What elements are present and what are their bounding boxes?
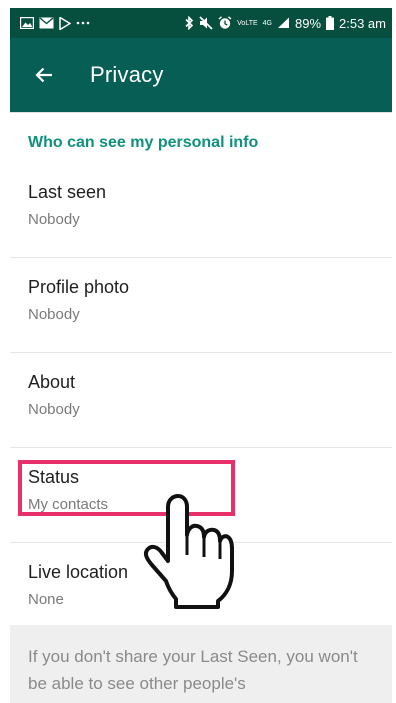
divider [10,112,392,113]
network-type-indicator: 4G [262,19,272,27]
play-store-icon [59,16,71,30]
status-bar: VoLTE 4G 89% 2:53 am [10,8,392,38]
clock: 2:53 am [339,15,386,31]
battery-percentage: 89% [294,15,322,31]
setting-title: Last seen [28,182,107,202]
alarm-icon [218,16,232,30]
battery-icon [326,16,335,30]
setting-value: None [28,591,64,608]
setting-title: Profile photo [28,277,130,297]
setting-value: Nobody [28,306,80,323]
notification-icons [20,16,90,30]
app-bar: Privacy [10,38,392,112]
mail-icon [39,17,54,29]
setting-profile-photo[interactable]: Profile photo Nobody [10,258,392,353]
hand-pointer-icon [138,493,234,616]
more-notifications-icon [76,21,90,25]
gallery-icon [20,17,34,29]
setting-value: Nobody [28,401,80,418]
section-header: Who can see my personal info [28,134,259,151]
setting-last-seen[interactable]: Last seen Nobody [10,163,392,258]
setting-title: About [28,372,76,392]
app-screen: VoLTE 4G 89% 2:53 am Privacy Who can see… [10,8,392,703]
volte-indicator: VoLTE [237,19,258,27]
page-title: Privacy [90,62,164,87]
back-arrow-icon[interactable] [16,47,72,103]
setting-value: Nobody [28,211,80,228]
system-icons: VoLTE 4G 89% 2:53 am [184,16,386,31]
signal-icon [277,17,290,29]
mute-icon [199,16,213,30]
privacy-footer-note: If you don't share your Last Seen, you w… [10,625,392,703]
setting-title: Live location [28,562,129,582]
bluetooth-icon [184,16,194,30]
setting-about[interactable]: About Nobody [10,353,392,448]
